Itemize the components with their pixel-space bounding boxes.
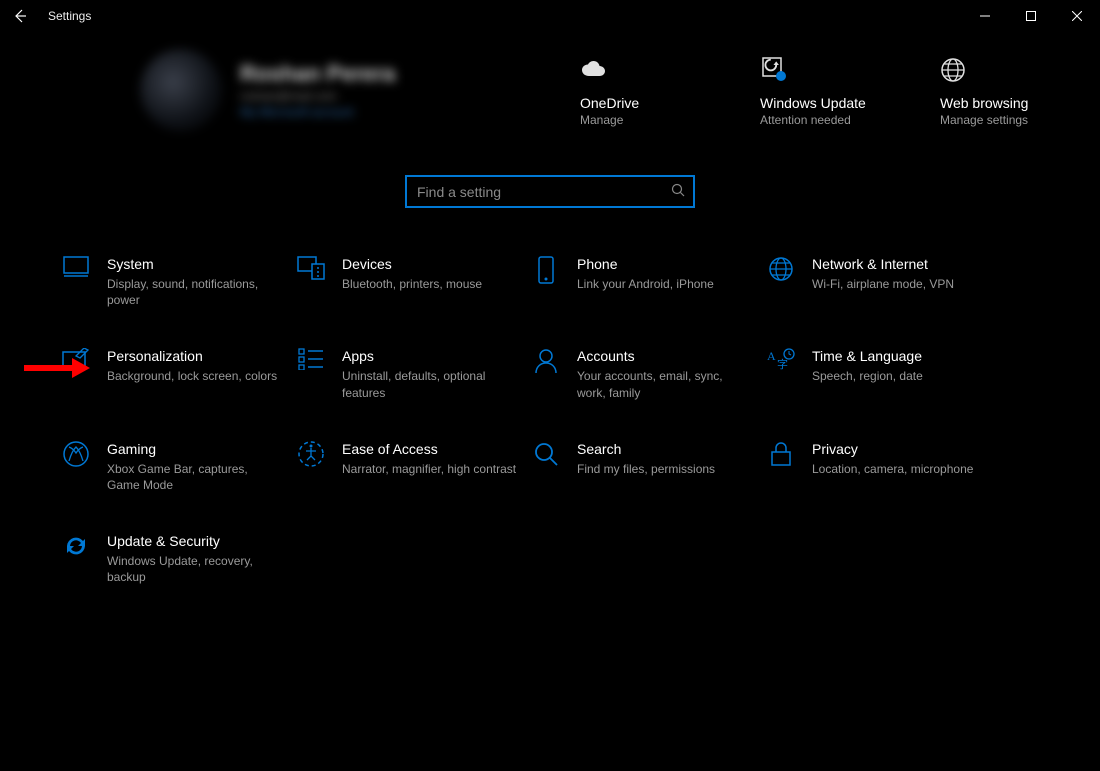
category-label: Privacy <box>812 441 973 457</box>
tile-sub: Manage <box>580 113 623 127</box>
maximize-button[interactable] <box>1008 0 1054 32</box>
category-sub: Speech, region, date <box>812 368 923 384</box>
update-badge-icon <box>760 53 790 87</box>
svg-text:A: A <box>767 349 776 363</box>
close-button[interactable] <box>1054 0 1100 32</box>
time-language-icon: A字 <box>766 348 796 400</box>
category-accounts[interactable]: Accounts Your accounts, email, sync, wor… <box>531 348 766 400</box>
category-sub: Xbox Game Bar, captures, Game Mode <box>107 461 282 493</box>
category-sub: Background, lock screen, colors <box>107 368 277 384</box>
xbox-icon <box>61 441 91 493</box>
apps-list-icon <box>296 348 326 400</box>
profile-link: My Microsoft account <box>240 105 395 119</box>
category-label: Search <box>577 441 715 457</box>
category-sub: Bluetooth, printers, mouse <box>342 276 482 292</box>
category-ease-of-access[interactable]: Ease of Access Narrator, magnifier, high… <box>296 441 531 493</box>
category-update-security[interactable]: Update & Security Windows Update, recove… <box>61 533 296 585</box>
person-icon <box>531 348 561 400</box>
search-box[interactable] <box>405 175 695 208</box>
tile-sub: Attention needed <box>760 113 851 127</box>
window-title: Settings <box>48 9 91 23</box>
category-privacy[interactable]: Privacy Location, camera, microphone <box>766 441 1001 493</box>
tile-windows-update[interactable]: Windows Update Attention needed <box>760 53 880 127</box>
category-sub: Find my files, permissions <box>577 461 715 477</box>
globe-icon <box>766 256 796 308</box>
category-phone[interactable]: Phone Link your Android, iPhone <box>531 256 766 308</box>
category-label: Devices <box>342 256 482 272</box>
tile-label: Windows Update <box>760 95 866 111</box>
phone-icon <box>531 256 561 308</box>
lock-icon <box>766 441 796 493</box>
category-sub: Wi-Fi, airplane mode, VPN <box>812 276 954 292</box>
category-sub: Location, camera, microphone <box>812 461 973 477</box>
cloud-icon <box>580 53 610 87</box>
tile-web-browsing[interactable]: Web browsing Manage settings <box>940 53 1060 127</box>
minimize-icon <box>980 11 990 21</box>
category-label: Apps <box>342 348 517 364</box>
ease-of-access-icon <box>296 441 326 493</box>
tile-onedrive[interactable]: OneDrive Manage <box>580 53 700 127</box>
category-sub: Display, sound, notifications, power <box>107 276 282 308</box>
category-label: System <box>107 256 282 272</box>
category-sub: Your accounts, email, sync, work, family <box>577 368 752 400</box>
paint-icon <box>61 348 91 400</box>
display-icon <box>61 256 91 308</box>
category-search[interactable]: Search Find my files, permissions <box>531 441 766 493</box>
minimize-button[interactable] <box>962 0 1008 32</box>
account-header: Roshan Perera roshan@mail.com My Microso… <box>0 32 1100 147</box>
category-label: Gaming <box>107 441 282 457</box>
tile-label: OneDrive <box>580 95 639 111</box>
category-network[interactable]: Network & Internet Wi-Fi, airplane mode,… <box>766 256 1001 308</box>
category-label: Ease of Access <box>342 441 516 457</box>
category-label: Accounts <box>577 348 752 364</box>
window-controls <box>962 0 1100 32</box>
search-icon <box>531 441 561 493</box>
category-label: Update & Security <box>107 533 282 549</box>
profile-email: roshan@mail.com <box>240 89 395 103</box>
category-sub: Narrator, magnifier, high contrast <box>342 461 516 477</box>
category-label: Time & Language <box>812 348 923 364</box>
category-gaming[interactable]: Gaming Xbox Game Bar, captures, Game Mod… <box>61 441 296 493</box>
search-input[interactable] <box>415 183 671 201</box>
tile-sub: Manage settings <box>940 113 1028 127</box>
back-button[interactable] <box>10 6 30 26</box>
devices-icon <box>296 256 326 308</box>
tile-label: Web browsing <box>940 95 1028 111</box>
svg-text:字: 字 <box>777 357 788 371</box>
globe-icon <box>940 53 966 87</box>
close-icon <box>1072 11 1082 21</box>
category-sub: Link your Android, iPhone <box>577 276 714 292</box>
category-system[interactable]: System Display, sound, notifications, po… <box>61 256 296 308</box>
category-personalization[interactable]: Personalization Background, lock screen,… <box>61 348 296 400</box>
avatar <box>140 49 222 131</box>
category-sub: Uninstall, defaults, optional features <box>342 368 517 400</box>
maximize-icon <box>1026 11 1036 21</box>
category-apps[interactable]: Apps Uninstall, defaults, optional featu… <box>296 348 531 400</box>
profile-block[interactable]: Roshan Perera roshan@mail.com My Microso… <box>140 49 395 131</box>
sync-icon <box>61 533 91 585</box>
arrow-left-icon <box>12 8 28 24</box>
category-label: Phone <box>577 256 714 272</box>
search-icon <box>671 183 685 200</box>
category-time-language[interactable]: A字 Time & Language Speech, region, date <box>766 348 1001 400</box>
category-sub: Windows Update, recovery, backup <box>107 553 282 585</box>
category-label: Personalization <box>107 348 277 364</box>
title-bar: Settings <box>0 0 1100 32</box>
profile-name: Roshan Perera <box>240 61 395 87</box>
category-label: Network & Internet <box>812 256 954 272</box>
category-devices[interactable]: Devices Bluetooth, printers, mouse <box>296 256 531 308</box>
settings-categories: System Display, sound, notifications, po… <box>55 256 1045 586</box>
